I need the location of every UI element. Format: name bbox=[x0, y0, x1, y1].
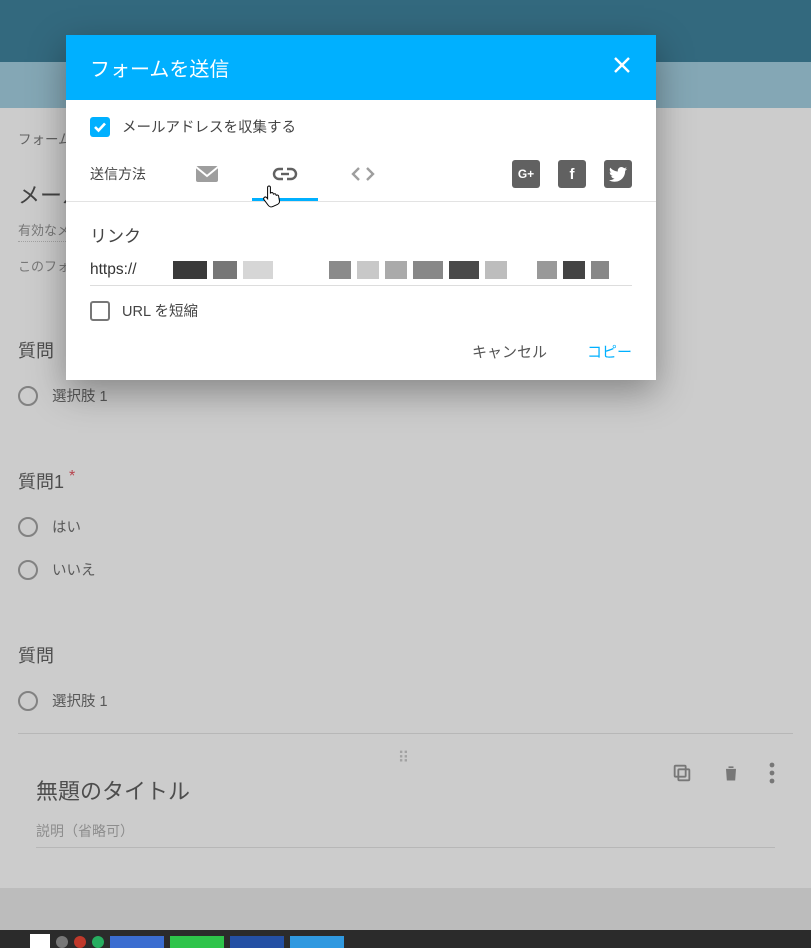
share-facebook-icon[interactable]: f bbox=[558, 160, 586, 188]
checkbox-checked-icon bbox=[90, 117, 110, 137]
task-item[interactable] bbox=[110, 936, 164, 948]
share-twitter-icon[interactable] bbox=[604, 160, 632, 188]
task-dot bbox=[74, 936, 86, 948]
modal-header: フォームを送信 bbox=[66, 35, 656, 100]
share-googleplus-icon[interactable]: G+ bbox=[512, 160, 540, 188]
shorten-url-row[interactable]: URL を短縮 bbox=[90, 300, 632, 321]
collect-email-label: メールアドレスを収集する bbox=[122, 116, 296, 137]
url-prefix: https:// bbox=[90, 261, 167, 279]
task-dot bbox=[56, 936, 68, 948]
divider bbox=[66, 201, 656, 202]
send-form-modal: フォームを送信 メールアドレスを収集する 送信方法 bbox=[66, 35, 656, 380]
modal-actions: キャンセル コピー bbox=[90, 341, 632, 362]
task-item[interactable] bbox=[230, 936, 284, 948]
checkbox-empty-icon bbox=[90, 301, 110, 321]
shorten-url-label: URL を短縮 bbox=[122, 300, 198, 321]
os-taskbar[interactable] bbox=[0, 930, 811, 948]
modal-title: フォームを送信 bbox=[90, 53, 229, 82]
cancel-button[interactable]: キャンセル bbox=[472, 341, 547, 362]
send-method-row: 送信方法 G+ f bbox=[90, 159, 632, 189]
copy-button[interactable]: コピー bbox=[587, 341, 632, 362]
task-item[interactable] bbox=[290, 936, 344, 948]
url-field[interactable]: https:// bbox=[90, 261, 632, 286]
close-icon[interactable] bbox=[612, 55, 632, 80]
tab-email[interactable] bbox=[190, 159, 224, 189]
tab-embed[interactable] bbox=[346, 159, 380, 189]
cursor-hand-icon bbox=[262, 184, 282, 214]
task-dot bbox=[92, 936, 104, 948]
link-section-title: リンク bbox=[90, 222, 632, 247]
url-redacted bbox=[173, 261, 632, 279]
method-label: 送信方法 bbox=[90, 164, 146, 184]
task-item[interactable] bbox=[170, 936, 224, 948]
collect-email-row[interactable]: メールアドレスを収集する bbox=[90, 116, 632, 137]
